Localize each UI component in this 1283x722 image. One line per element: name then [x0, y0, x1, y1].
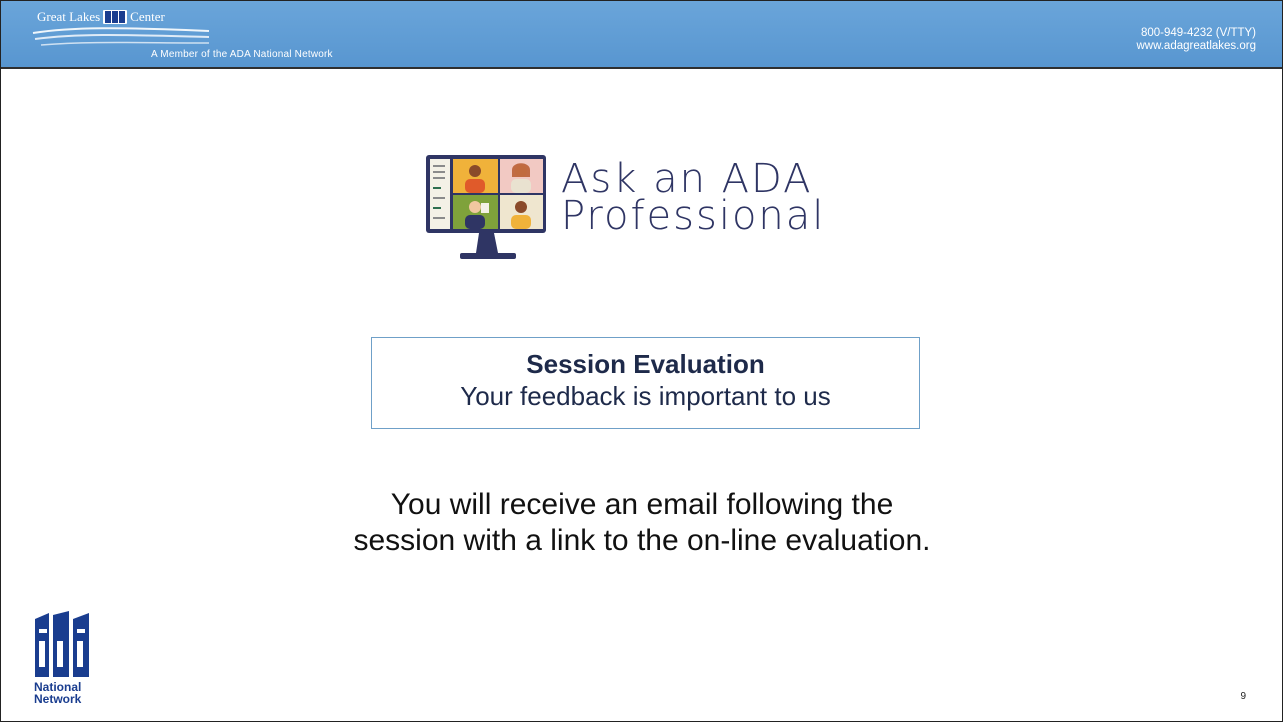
logo-text: Ask an ADA Professional — [561, 159, 826, 239]
brand-name-right: Center — [130, 9, 165, 24]
ada-mini-logo-icon — [103, 10, 128, 24]
session-evaluation-box: Session Evaluation Your feedback is impo… — [371, 337, 920, 429]
page-number: 9 — [1240, 691, 1246, 702]
slide: Great Lakes Center A Member of the ADA N… — [0, 0, 1283, 722]
evaluation-subtitle: Your feedback is important to us — [460, 381, 831, 411]
email-message: You will receive an email following the … — [201, 487, 1083, 559]
ada-network-label: National Network — [34, 681, 81, 705]
network-line-2: Network — [34, 692, 82, 706]
message-line-2: session with a link to the on-line evalu… — [353, 524, 931, 557]
message-line-1: You will receive an email following the — [390, 488, 894, 521]
member-text: A Member of the ADA National Network — [151, 49, 333, 60]
contact-info: 800-949-4232 (V/TTY) www.adagreatlakes.o… — [1136, 27, 1256, 53]
phone-number: 800-949-4232 (V/TTY) — [1140, 27, 1256, 39]
great-lakes-brand: Great Lakes Center — [37, 9, 165, 25]
brand-name-left: Great Lakes — [37, 9, 101, 24]
ask-an-ada-professional-logo: Ask an ADA Professional — [424, 153, 864, 263]
header-banner: Great Lakes Center A Member of the ADA N… — [1, 1, 1282, 69]
video-call-monitor-icon — [426, 155, 546, 259]
website-url[interactable]: www.adagreatlakes.org — [1136, 40, 1256, 53]
evaluation-title: Session Evaluation — [526, 349, 765, 379]
logo-line-2: Professional — [561, 193, 826, 239]
